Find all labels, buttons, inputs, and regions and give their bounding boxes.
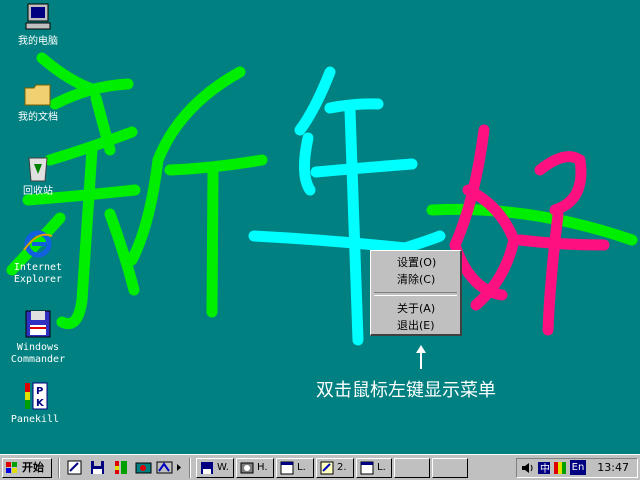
speaker-icon[interactable] xyxy=(520,461,534,475)
taskbar-task-blank-2[interactable] xyxy=(432,458,468,478)
menu-item-about[interactable]: 关于(A) xyxy=(371,300,460,317)
svg-text:K: K xyxy=(36,398,45,409)
task-label: H. xyxy=(257,462,268,473)
chevron-right-icon[interactable] xyxy=(175,459,183,476)
task-label: 2. xyxy=(337,462,347,473)
icon-label: Internet Explorer xyxy=(13,262,63,285)
input-method-icon[interactable]: 中 xyxy=(537,461,551,475)
context-menu: 设置(O) 清除(C) 关于(A) 退出(E) xyxy=(370,250,462,336)
program-icon xyxy=(240,462,254,474)
taskbar-task-2[interactable]: 2. xyxy=(316,458,354,478)
taskbar-task-l[interactable]: L. xyxy=(276,458,314,478)
taskbar-task-h[interactable]: H. xyxy=(236,458,274,478)
icon-label: 我的文档 xyxy=(18,112,58,123)
window-icon xyxy=(280,461,294,475)
system-tray: 中 En 13:47 xyxy=(516,458,638,478)
panekill-quicklaunch-icon[interactable] xyxy=(112,459,129,476)
network-tool-icon[interactable] xyxy=(156,459,173,476)
edit-icon[interactable] xyxy=(66,459,83,476)
task-label: L. xyxy=(297,462,306,473)
my-documents-icon[interactable]: 我的文档 xyxy=(3,78,73,124)
recycle-bin-icon[interactable]: 回收站 xyxy=(3,152,73,198)
panekill-icon[interactable]: P K Panekill xyxy=(0,380,70,426)
svg-text:中: 中 xyxy=(540,462,550,475)
save-disk-icon[interactable] xyxy=(89,459,106,476)
windows-logo-icon xyxy=(6,462,17,473)
folder-icon xyxy=(24,84,51,106)
svg-text:P: P xyxy=(36,386,43,397)
taskbar-separator xyxy=(58,458,60,478)
arrow-up-icon xyxy=(416,345,426,369)
window-icon xyxy=(360,461,374,475)
menu-item-exit[interactable]: 退出(E) xyxy=(371,317,460,334)
icon-label: 我的电脑 xyxy=(18,36,58,47)
menu-separator xyxy=(374,292,457,296)
icon-label: Panekill xyxy=(10,414,60,425)
document-icon xyxy=(320,461,334,475)
internet-explorer-icon[interactable]: Internet Explorer xyxy=(3,228,73,286)
panekill-logo-icon: P K xyxy=(25,382,48,410)
floppy-disk-icon xyxy=(25,310,51,338)
computer-icon xyxy=(25,3,51,30)
taskbar-task-l2[interactable]: L. xyxy=(356,458,392,478)
desktop-tool-icon[interactable] xyxy=(135,459,152,476)
icon-label: Windows Commander xyxy=(10,342,66,365)
taskbar-separator xyxy=(189,458,191,478)
recycle-bin-icon-glyph xyxy=(28,157,48,182)
menu-item-settings[interactable]: 设置(O) xyxy=(371,254,460,271)
taskbar-task-blank-1[interactable] xyxy=(394,458,430,478)
taskbar: 开始 W. H. L. 2. L. 中 En 13:47 xyxy=(0,454,640,480)
taskbar-task-w[interactable]: W. xyxy=(196,458,234,478)
task-label: L. xyxy=(377,462,386,473)
task-label: W. xyxy=(217,462,229,473)
floppy-disk-icon xyxy=(201,462,213,474)
menu-item-clear[interactable]: 清除(C) xyxy=(371,271,460,288)
start-label: 开始 xyxy=(22,461,44,474)
language-indicator[interactable]: En xyxy=(570,460,586,475)
icon-label: 回收站 xyxy=(23,186,53,197)
clock[interactable]: 13:47 xyxy=(597,459,629,477)
hint-text: 双击鼠标左键显示菜单 xyxy=(316,380,496,401)
my-computer-icon[interactable]: 我的电脑 xyxy=(3,2,73,48)
desktop[interactable]: 我的电脑 我的文档 回收站 Internet Explorer Windows … xyxy=(0,0,640,454)
ie-logo-icon xyxy=(23,230,53,258)
windows-commander-icon[interactable]: Windows Commander xyxy=(3,308,73,366)
start-button[interactable]: 开始 xyxy=(2,458,52,478)
panekill-tray-icon[interactable] xyxy=(553,461,567,475)
